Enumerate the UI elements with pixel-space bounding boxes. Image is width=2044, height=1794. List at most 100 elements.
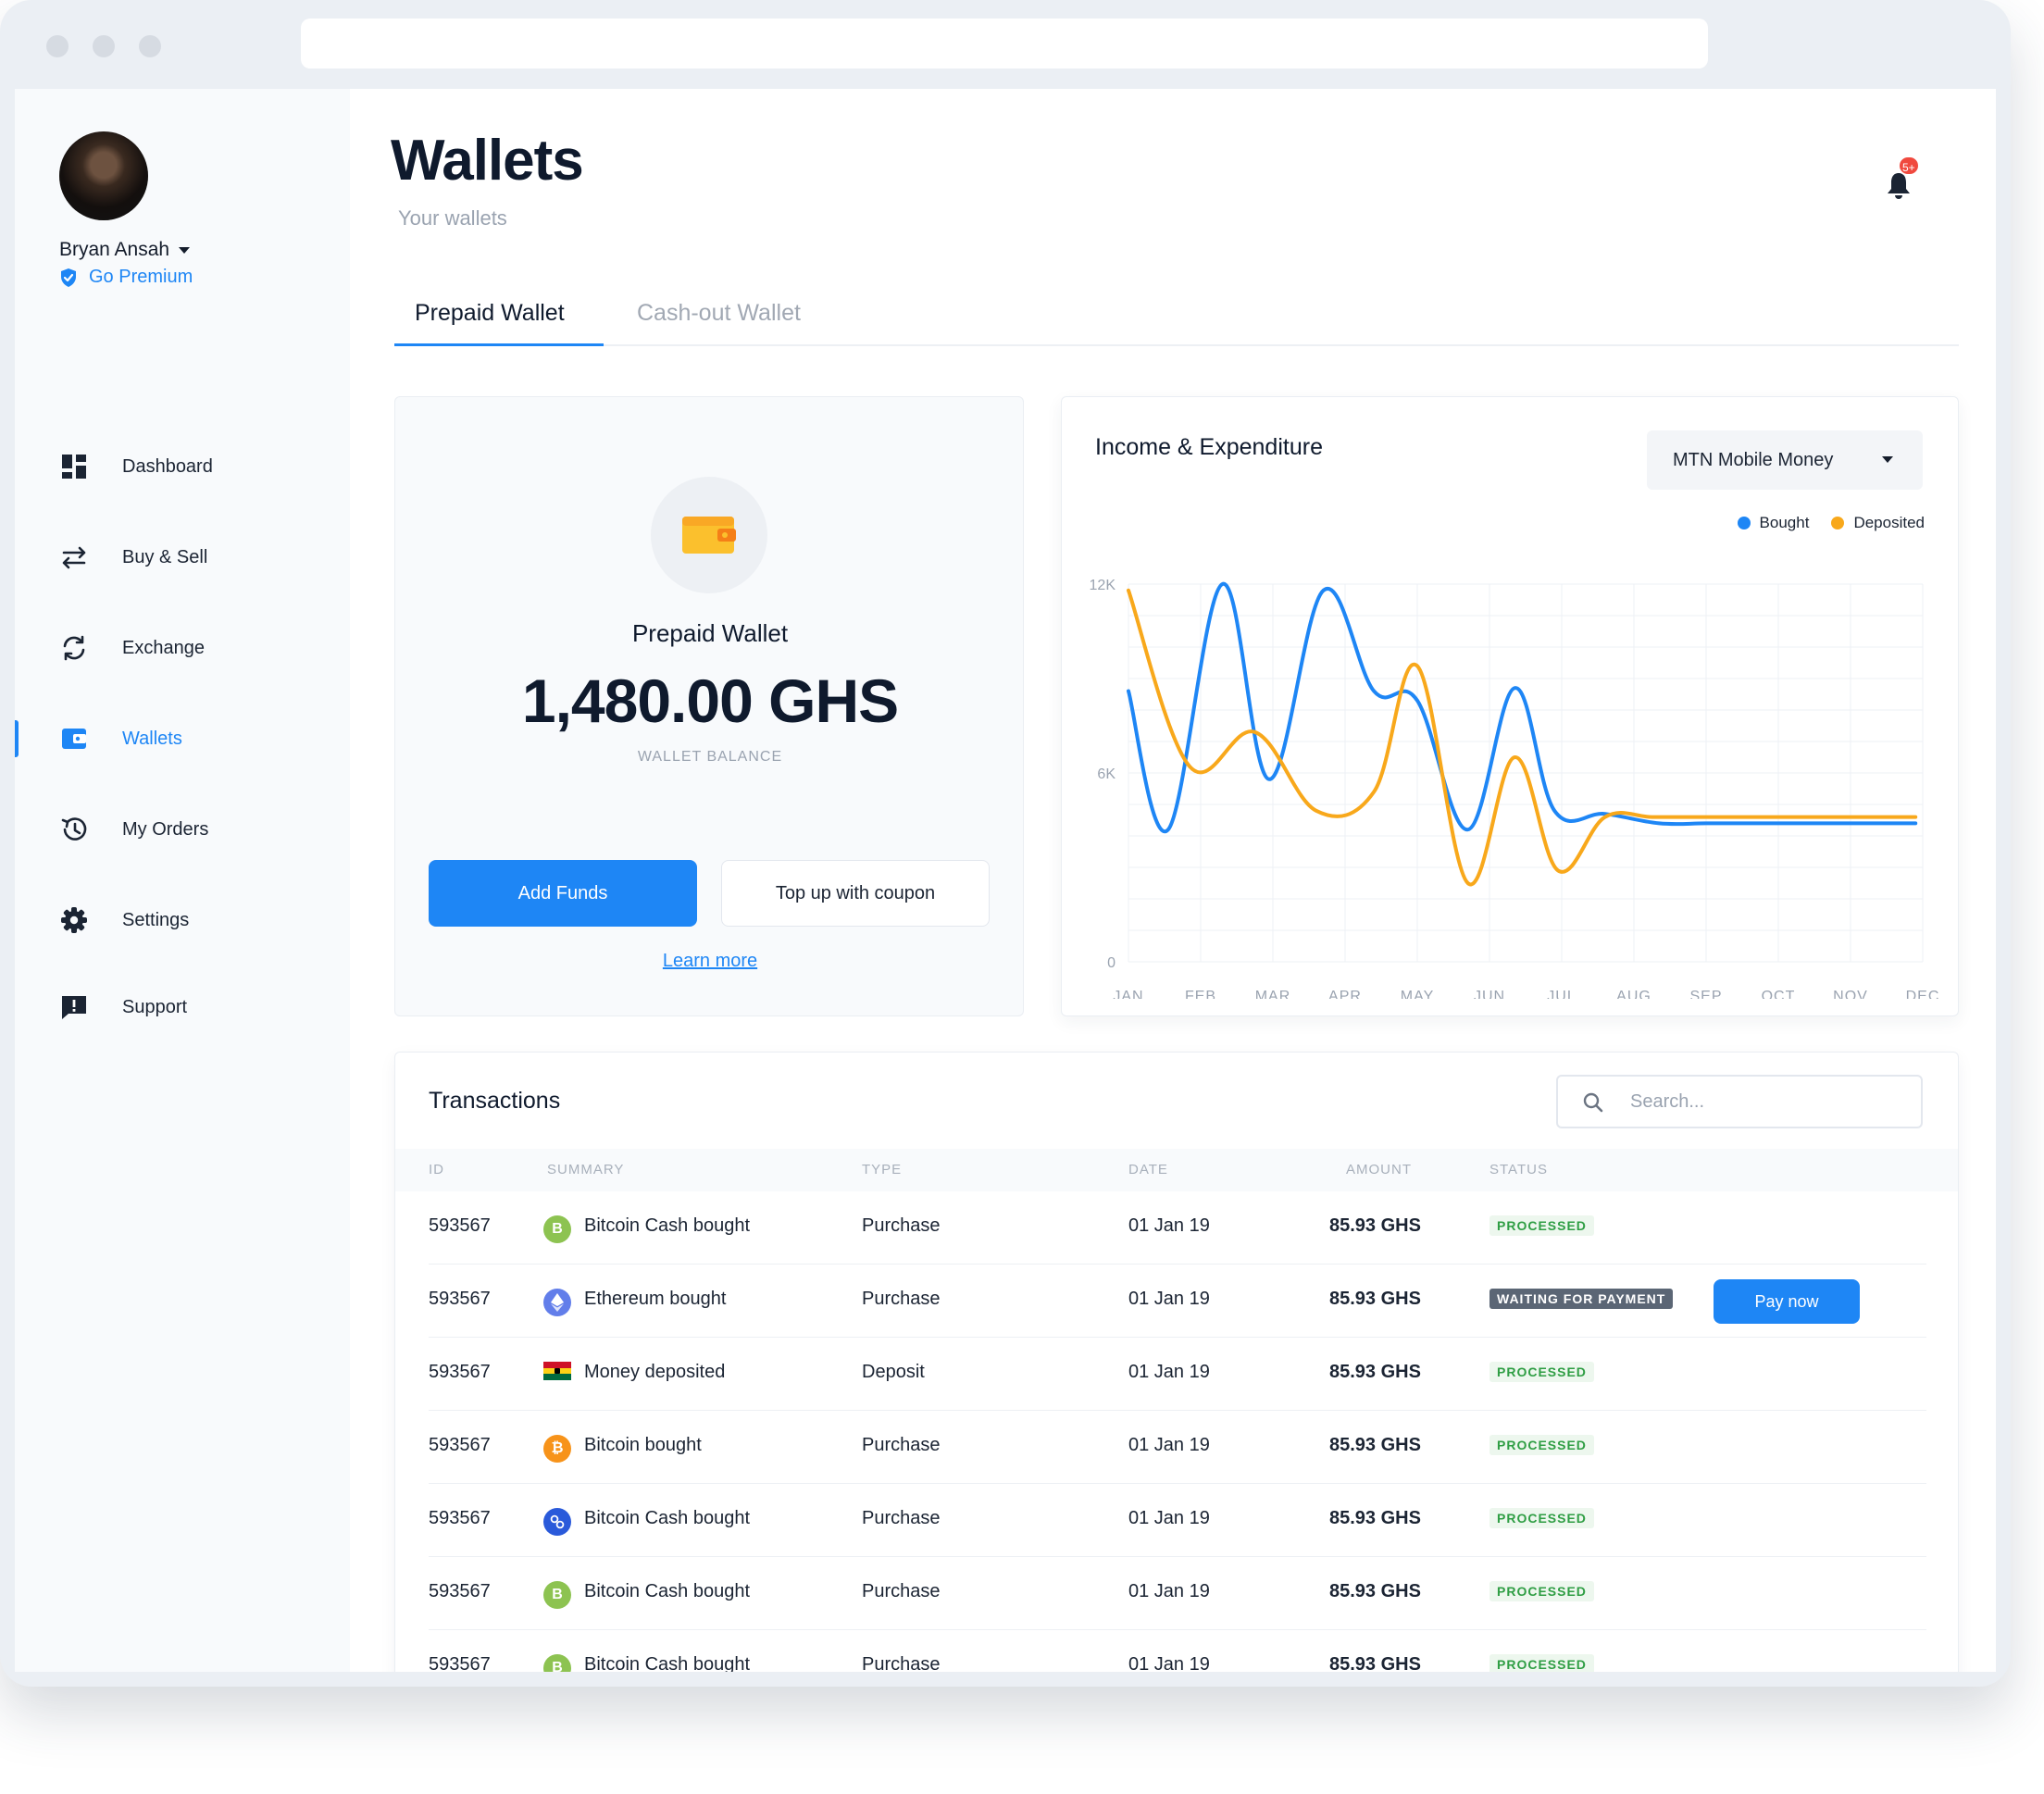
cell-type: Purchase: [862, 1215, 941, 1236]
cell-summary: Money deposited: [584, 1362, 726, 1382]
sidebar-item-wallets[interactable]: Wallets: [15, 713, 350, 765]
cell-amount: 85.93 GHS: [1329, 1289, 1421, 1309]
status-badge: PROCESSED: [1489, 1435, 1594, 1455]
ghana-flag-icon: [543, 1362, 571, 1381]
cell-summary: Bitcoin Cash bought: [584, 1508, 751, 1528]
dashboard-icon: [59, 452, 89, 481]
add-funds-button[interactable]: Add Funds: [429, 860, 697, 927]
bitcoin-cash-icon: B: [543, 1215, 571, 1243]
wallet-name: Prepaid Wallet: [631, 619, 789, 647]
table-row[interactable]: 593567 B Bitcoin Cash bought Purchase 01…: [429, 1630, 1926, 1672]
app-screen: Bryan Ansah Go Premium Dashboard Buy & S…: [15, 89, 1996, 1672]
sidebar-item-support[interactable]: Support: [15, 981, 350, 1033]
series-line-bought: [1127, 582, 1918, 834]
cell-amount: 85.93 GHS: [1329, 1654, 1421, 1672]
exchange-icon: [59, 633, 89, 663]
line-chart: 0 6K 12K JAN FEB MAR APR MAY JUN JUL AUG SEP OCT NOV D…: [1090, 578, 1940, 999]
cell-type: Purchase: [862, 1435, 941, 1455]
chart-title: Income & Expenditure: [1095, 434, 1323, 460]
cell-id: 593567: [429, 1581, 491, 1601]
search-icon: [1583, 1092, 1603, 1113]
sidebar-item-exchange[interactable]: Exchange: [15, 622, 350, 674]
cell-amount: 85.93 GHS: [1329, 1508, 1421, 1528]
x-tick-label: NOV: [1833, 989, 1868, 999]
browser-window: Bryan Ansah Go Premium Dashboard Buy & S…: [0, 0, 2011, 1687]
sidebar-item-dashboard[interactable]: Dashboard: [15, 441, 350, 492]
legend-dot-bought: [1737, 517, 1751, 529]
sidebar-item-label: Settings: [122, 909, 190, 930]
transactions-title: Transactions: [429, 1088, 561, 1114]
user-menu[interactable]: Bryan Ansah: [59, 239, 191, 261]
bitcoin-cash-icon: B: [543, 1581, 571, 1609]
status-badge: PROCESSED: [1489, 1362, 1594, 1382]
sidebar-item-buy-sell[interactable]: Buy & Sell: [15, 531, 350, 583]
cell-type: Purchase: [862, 1508, 941, 1528]
tab-cash-out-wallet[interactable]: Cash-out Wallet: [617, 281, 821, 346]
sidebar-item-label: My Orders: [122, 818, 209, 840]
pay-now-button[interactable]: Pay now: [1714, 1279, 1860, 1324]
top-up-coupon-button[interactable]: Top up with coupon: [721, 860, 990, 927]
page-title: Wallets: [391, 129, 584, 193]
go-premium-label: Go Premium: [89, 267, 193, 287]
address-bar[interactable]: [301, 19, 1708, 69]
bitcoin-icon: ₿: [543, 1435, 571, 1463]
search-input[interactable]: [1630, 1088, 1899, 1115]
sidebar-item-settings[interactable]: Settings: [15, 894, 350, 946]
transactions-table-header: ID SUMMARY TYPE DATE AMOUNT STATUS: [395, 1149, 1958, 1191]
x-tick-label: MAY: [1401, 989, 1434, 999]
ethereum-icon: [543, 1289, 571, 1316]
cell-id: 593567: [429, 1654, 491, 1672]
x-tick-label: JUL: [1547, 989, 1576, 999]
legend-dot-deposited: [1831, 517, 1845, 529]
table-row[interactable]: 593567 ₿ Bitcoin bought Purchase 01 Jan …: [429, 1411, 1926, 1484]
y-tick-label: 12K: [1090, 578, 1116, 593]
wallet-card: Prepaid Wallet 1,480.00 GHS WALLET BALAN…: [394, 396, 1024, 1016]
dropdown-value: MTN Mobile Money: [1673, 449, 1834, 470]
table-row[interactable]: 593567 B Bitcoin Cash bought Purchase 01…: [429, 1191, 1926, 1265]
window-close-dot[interactable]: [46, 35, 69, 57]
avatar[interactable]: [59, 131, 148, 220]
cell-id: 593567: [429, 1362, 491, 1382]
user-name: Bryan Ansah: [59, 239, 170, 260]
cell-type: Deposit: [862, 1362, 925, 1382]
notifications-button[interactable]: 5+: [1883, 156, 1920, 200]
column-header-id: ID: [429, 1162, 444, 1177]
page-subtitle: Your wallets: [398, 206, 507, 230]
cell-amount: 85.93 GHS: [1329, 1435, 1421, 1455]
sidebar-item-label: Wallets: [122, 728, 182, 749]
column-header-status: STATUS: [1489, 1162, 1548, 1177]
column-header-date: DATE: [1128, 1162, 1168, 1177]
table-row[interactable]: 593567 Ethereum bought Purchase 01 Jan 1…: [429, 1265, 1926, 1338]
wallet-balance: 1,480.00 GHS: [521, 667, 899, 735]
wallet-icon: [59, 724, 89, 754]
go-premium-link[interactable]: Go Premium: [59, 267, 193, 288]
wallet-icon: [682, 517, 736, 554]
transactions-search: [1556, 1075, 1923, 1128]
table-row[interactable]: 593567 B Bitcoin Cash bought Purchase 01…: [429, 1557, 1926, 1630]
window-maximize-dot[interactable]: [139, 35, 161, 57]
legend-item-deposited[interactable]: Deposited: [1831, 514, 1925, 532]
table-row[interactable]: 593567 Bitcoin Cash bought Purchase 01 J…: [429, 1484, 1926, 1557]
sidebar-item-my-orders[interactable]: My Orders: [15, 804, 350, 855]
notification-badge: 5+: [1898, 156, 1920, 176]
learn-more-link[interactable]: Learn more: [395, 951, 1025, 972]
status-badge: PROCESSED: [1489, 1215, 1594, 1236]
swap-icon: [59, 542, 89, 572]
window-minimize-dot[interactable]: [93, 35, 115, 57]
chevron-down-icon: [179, 246, 191, 254]
tab-prepaid-wallet[interactable]: Prepaid Wallet: [394, 281, 604, 346]
table-row[interactable]: 593567 Money deposited Deposit 01 Jan 19…: [429, 1338, 1926, 1411]
y-tick-label: 6K: [1097, 766, 1115, 782]
legend-label: Deposited: [1853, 514, 1925, 531]
sidebar-item-label: Dashboard: [122, 455, 213, 477]
y-tick-label: 0: [1107, 955, 1115, 971]
cell-date: 01 Jan 19: [1128, 1289, 1210, 1309]
x-tick-label: DEC: [1906, 989, 1940, 999]
cell-amount: 85.93 GHS: [1329, 1215, 1421, 1236]
sidebar: Bryan Ansah Go Premium Dashboard Buy & S…: [15, 89, 350, 1672]
gear-icon: [59, 905, 89, 935]
column-header-summary: SUMMARY: [547, 1162, 625, 1177]
payment-method-dropdown[interactable]: MTN Mobile Money: [1647, 430, 1923, 490]
series-line-deposited: [1127, 588, 1918, 887]
legend-item-bought[interactable]: Bought: [1737, 514, 1809, 532]
